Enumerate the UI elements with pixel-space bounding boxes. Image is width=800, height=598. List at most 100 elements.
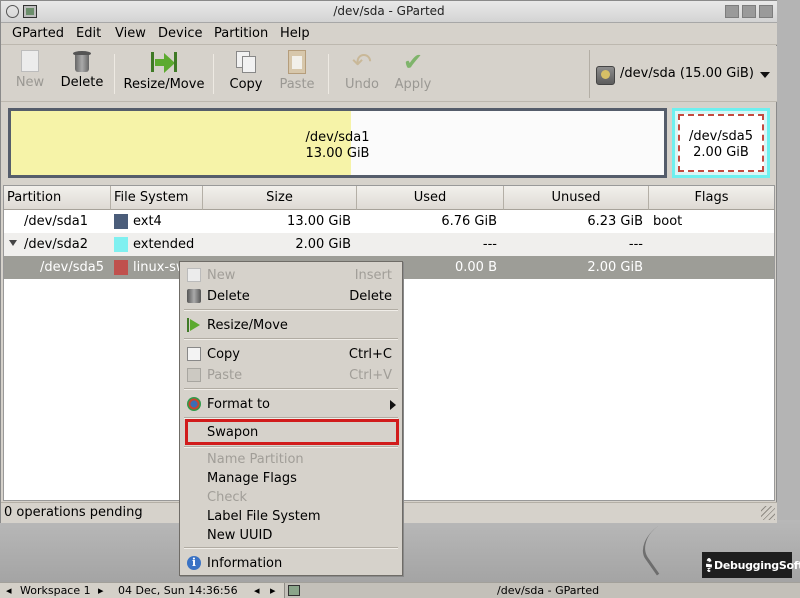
fs-color-swatch xyxy=(114,237,128,252)
menu-view[interactable]: View xyxy=(115,26,146,41)
graphic-partition-name: /dev/sda1 xyxy=(305,130,370,145)
close-button[interactable] xyxy=(759,5,773,18)
table-row[interactable]: /dev/sda1 ext4 13.00 GiB 6.76 GiB 6.23 G… xyxy=(4,210,774,233)
cell-size: 2.00 GiB xyxy=(295,237,351,252)
cell-used: 0.00 B xyxy=(455,260,497,275)
menu-bar: GParted Edit View Device Partition Help xyxy=(1,23,777,45)
workspace-next-icon[interactable]: ▸ xyxy=(98,584,104,597)
swapon-highlight-box xyxy=(185,419,399,445)
toolbar: New Delete Resize/Move Copy Paste ↶ Undo… xyxy=(1,46,777,102)
workspace-label[interactable]: Workspace 1 xyxy=(20,584,91,597)
graphic-partition-sda1[interactable]: /dev/sda1 13.00 GiB xyxy=(8,108,667,178)
trash-icon xyxy=(187,289,201,303)
menu-help[interactable]: Help xyxy=(280,26,310,41)
new-document-icon xyxy=(21,50,39,72)
menu-item-check[interactable]: Check xyxy=(180,487,402,507)
task-next-icon[interactable]: ▸ xyxy=(270,584,276,597)
cell-unused: 2.00 GiB xyxy=(587,260,643,275)
workspace-prev-icon[interactable]: ◂ xyxy=(6,584,12,597)
copy-button[interactable]: Copy xyxy=(225,50,267,98)
gear-icon xyxy=(706,558,712,572)
submenu-arrow-icon xyxy=(390,400,396,410)
clipboard-icon xyxy=(288,50,306,74)
copy-icon xyxy=(187,347,201,361)
taskbar-button-gparted[interactable]: /dev/sda - GParted xyxy=(284,583,800,598)
cell-unused: 6.23 GiB xyxy=(587,214,643,229)
graphic-partition-size: 13.00 GiB xyxy=(305,146,370,161)
menu-item-format-to[interactable]: Format to xyxy=(180,394,402,414)
menu-edit[interactable]: Edit xyxy=(76,26,101,41)
window-title: /dev/sda - GParted xyxy=(333,4,445,18)
taskbar: ◂ Workspace 1 ▸ 04 Dec, Sun 14:36:56 ◂ ▸… xyxy=(0,582,800,598)
cell-used: 6.76 GiB xyxy=(441,214,497,229)
delete-button[interactable]: Delete xyxy=(57,50,107,98)
resize-arrow-icon xyxy=(187,318,201,332)
undo-icon: ↶ xyxy=(351,48,373,76)
copy-icon xyxy=(234,50,258,74)
resize-move-button[interactable]: Resize/Move xyxy=(123,50,205,98)
paste-button[interactable]: Paste xyxy=(275,50,319,98)
cell-used: --- xyxy=(482,237,497,252)
title-bar: /dev/sda - GParted xyxy=(1,1,777,23)
gparted-app-icon xyxy=(288,585,300,596)
clipboard-icon xyxy=(187,368,201,382)
resize-grip[interactable] xyxy=(761,506,775,520)
table-row[interactable]: /dev/sda2 extended 2.00 GiB --- --- xyxy=(4,233,774,256)
column-header-used[interactable]: Used xyxy=(357,186,504,210)
column-header-file-system[interactable]: File System xyxy=(111,186,203,210)
graphic-partition-name: /dev/sda5 xyxy=(689,129,753,144)
toolbar-separator xyxy=(328,54,329,94)
column-header-flags[interactable]: Flags xyxy=(649,186,774,210)
menu-item-new-uuid[interactable]: New UUID xyxy=(180,525,402,545)
menu-item-delete[interactable]: Delete Delete xyxy=(180,286,402,306)
menu-item-new[interactable]: New Insert xyxy=(180,265,402,285)
menu-device[interactable]: Device xyxy=(158,26,202,41)
status-text: 0 operations pending xyxy=(4,505,143,520)
new-button[interactable]: New xyxy=(9,50,51,98)
cell-partition: /dev/sda1 xyxy=(24,214,88,229)
minimize-button[interactable] xyxy=(725,5,739,18)
menu-item-information[interactable]: i Information xyxy=(180,553,402,573)
dropdown-arrow-icon xyxy=(760,72,770,78)
graphic-partition-size: 2.00 GiB xyxy=(693,145,749,160)
graphic-partition-sda5[interactable]: /dev/sda5 2.00 GiB xyxy=(672,108,770,178)
task-title: /dev/sda - GParted xyxy=(497,584,600,597)
column-header-size[interactable]: Size xyxy=(203,186,357,210)
menu-partition[interactable]: Partition xyxy=(214,26,268,41)
cell-flags: boot xyxy=(653,214,683,229)
task-prev-icon[interactable]: ◂ xyxy=(254,584,260,597)
menu-item-manage-flags[interactable]: Manage Flags xyxy=(180,468,402,488)
undo-button[interactable]: ↶ Undo xyxy=(341,50,383,98)
apply-button[interactable]: ✔ Apply xyxy=(391,50,435,98)
menu-item-paste[interactable]: Paste Ctrl+V xyxy=(180,365,402,385)
menu-item-resize-move[interactable]: Resize/Move xyxy=(180,315,402,335)
expander-arrow-icon[interactable] xyxy=(9,240,17,246)
column-header-partition[interactable]: Partition xyxy=(4,186,111,210)
maximize-button[interactable] xyxy=(742,5,756,18)
device-label: /dev/sda (15.00 GiB) xyxy=(620,66,754,81)
cell-partition: /dev/sda5 xyxy=(40,260,104,275)
column-header-unused[interactable]: Unused xyxy=(504,186,649,210)
logical-partition-box: /dev/sda5 2.00 GiB xyxy=(678,114,764,172)
menu-gparted[interactable]: GParted xyxy=(12,26,64,41)
clock: 04 Dec, Sun 14:36:56 xyxy=(118,584,238,597)
cell-size: 13.00 GiB xyxy=(287,214,351,229)
resize-arrow-icon xyxy=(151,50,177,74)
device-selector[interactable]: /dev/sda (15.00 GiB) xyxy=(589,50,775,98)
menu-separator xyxy=(184,547,398,549)
hard-disk-icon xyxy=(596,66,615,85)
fs-color-swatch xyxy=(114,260,128,275)
menu-separator xyxy=(184,446,398,448)
menu-separator xyxy=(184,338,398,340)
toolbar-separator xyxy=(114,54,115,94)
menu-separator xyxy=(184,309,398,311)
menu-item-label-file-system[interactable]: Label File System xyxy=(180,506,402,526)
menu-item-copy[interactable]: Copy Ctrl+C xyxy=(180,344,402,364)
menu-separator xyxy=(184,388,398,390)
cell-file-system: ext4 xyxy=(133,214,162,229)
format-icon xyxy=(187,397,201,411)
cell-partition: /dev/sda2 xyxy=(24,237,88,252)
info-icon: i xyxy=(187,556,201,570)
checkmark-icon: ✔ xyxy=(402,48,424,76)
menu-item-name-partition[interactable]: Name Partition xyxy=(180,449,402,469)
